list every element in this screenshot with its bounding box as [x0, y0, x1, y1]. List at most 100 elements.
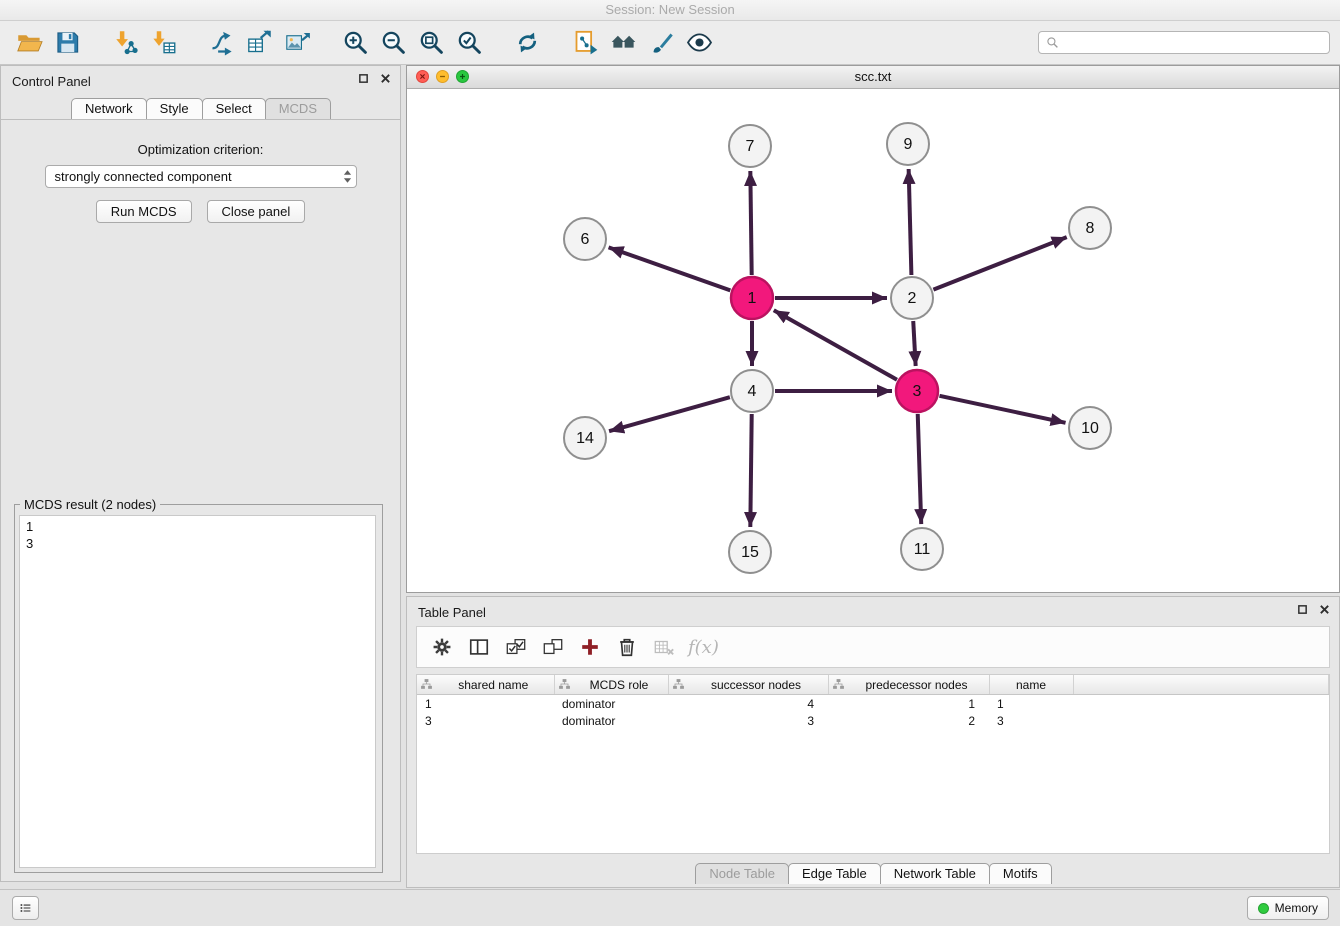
tab-node-table[interactable]: Node Table — [695, 863, 789, 884]
node-9[interactable]: 9 — [887, 123, 929, 165]
edge-2-8[interactable] — [933, 237, 1066, 289]
export-table-button[interactable] — [241, 24, 277, 62]
float-panel-icon[interactable] — [1297, 604, 1308, 615]
node-6[interactable]: 6 — [564, 218, 606, 260]
node-3[interactable]: 3 — [896, 370, 938, 412]
run-mcds-button[interactable]: Run MCDS — [96, 200, 192, 223]
style-paint-button[interactable] — [643, 24, 679, 62]
cell-mcds-role[interactable]: dominator — [554, 695, 668, 713]
network-canvas[interactable]: 1 2 3 4 6 7 8 9 10 11 14 15 — [407, 88, 1339, 593]
memory-button[interactable]: Memory — [1247, 896, 1329, 920]
edge-3-1[interactable] — [774, 310, 897, 379]
node-1[interactable]: 1 — [731, 277, 773, 319]
table-row[interactable]: 1 dominator 4 1 1 — [417, 695, 1329, 713]
export-network-icon — [208, 29, 235, 56]
node-14[interactable]: 14 — [564, 417, 606, 459]
show-columns-button[interactable] — [460, 629, 497, 665]
close-panel-icon[interactable] — [380, 73, 391, 84]
tab-motifs[interactable]: Motifs — [989, 863, 1052, 884]
network-window-titlebar[interactable]: scc.txt — [407, 66, 1339, 89]
export-image-button[interactable] — [279, 24, 315, 62]
refresh-button[interactable] — [509, 24, 545, 62]
show-hide-button[interactable] — [681, 24, 717, 62]
node-label: 8 — [1086, 220, 1095, 237]
tab-network[interactable]: Network — [71, 98, 147, 119]
node-label: 14 — [576, 430, 594, 447]
close-panel-button[interactable]: Close panel — [207, 200, 306, 223]
unselect-all-button[interactable] — [534, 629, 571, 665]
select-all-button[interactable] — [497, 629, 534, 665]
zoom-in-button[interactable] — [337, 24, 373, 62]
network-window-title: scc.txt — [855, 69, 892, 84]
node-8[interactable]: 8 — [1069, 207, 1111, 249]
tab-network-table[interactable]: Network Table — [880, 863, 990, 884]
cell-shared-name[interactable]: 3 — [417, 712, 554, 729]
node-7[interactable]: 7 — [729, 125, 771, 167]
table-row[interactable]: 3 dominator 3 2 3 — [417, 712, 1329, 729]
import-table-button[interactable] — [145, 24, 181, 62]
cell-mcds-role[interactable]: dominator — [554, 712, 668, 729]
column-header-name[interactable]: name — [989, 675, 1073, 695]
function-builder-button[interactable]: f(x) — [682, 629, 725, 665]
first-neighbors-button[interactable] — [605, 24, 641, 62]
criterion-dropdown[interactable]: strongly connected component — [45, 165, 357, 188]
node-10[interactable]: 10 — [1069, 407, 1111, 449]
column-tree-icon — [672, 678, 685, 691]
zoom-out-button[interactable] — [375, 24, 411, 62]
delete-column-button[interactable] — [645, 629, 682, 665]
zoom-selected-button[interactable] — [451, 24, 487, 62]
close-panel-icon[interactable] — [1319, 604, 1330, 615]
task-history-button[interactable] — [12, 896, 39, 920]
table-settings-button[interactable] — [423, 629, 460, 665]
search-box[interactable] — [1038, 31, 1330, 54]
list-icon — [19, 899, 32, 917]
column-header-mcds-role[interactable]: MCDS role — [554, 675, 668, 695]
edge-2-9[interactable] — [909, 169, 912, 275]
cell-name[interactable]: 3 — [989, 712, 1073, 729]
edge-4-15[interactable] — [750, 414, 751, 527]
edge-4-14[interactable] — [609, 397, 730, 431]
cell-successor-nodes[interactable]: 4 — [668, 695, 828, 713]
zoom-window-icon[interactable] — [456, 70, 469, 83]
cell-predecessor-nodes[interactable]: 2 — [828, 712, 989, 729]
main-toolbar — [0, 21, 1340, 65]
add-row-button[interactable] — [571, 629, 608, 665]
export-network-button[interactable] — [203, 24, 239, 62]
zoom-fit-button[interactable] — [413, 24, 449, 62]
column-header-shared-name[interactable]: shared name — [417, 675, 554, 695]
delete-row-button[interactable] — [608, 629, 645, 665]
search-icon — [1046, 36, 1059, 49]
column-header-successor-nodes[interactable]: successor nodes — [668, 675, 828, 695]
save-session-button[interactable] — [49, 24, 85, 62]
open-session-button[interactable] — [11, 24, 47, 62]
node-15[interactable]: 15 — [729, 531, 771, 573]
tab-select[interactable]: Select — [202, 98, 266, 119]
tab-edge-table[interactable]: Edge Table — [788, 863, 881, 884]
cell-name[interactable]: 1 — [989, 695, 1073, 713]
tab-mcds[interactable]: MCDS — [265, 98, 331, 119]
node-label: 2 — [908, 290, 917, 307]
float-panel-icon[interactable] — [358, 73, 369, 84]
node-table[interactable]: shared name MCDS role successor nodes pr… — [416, 674, 1330, 854]
close-window-icon[interactable] — [416, 70, 429, 83]
cell-predecessor-nodes[interactable]: 1 — [828, 695, 989, 713]
edge-2-3[interactable] — [913, 321, 915, 366]
node-4[interactable]: 4 — [731, 370, 773, 412]
edge-3-11[interactable] — [918, 414, 921, 524]
edge-1-6[interactable] — [609, 247, 731, 290]
optimization-criterion-label: Optimization criterion: — [1, 142, 400, 157]
cell-successor-nodes[interactable]: 3 — [668, 712, 828, 729]
cell-shared-name[interactable]: 1 — [417, 695, 554, 713]
column-header-predecessor-nodes[interactable]: predecessor nodes — [828, 675, 989, 695]
node-label: 3 — [913, 383, 922, 400]
clone-network-button[interactable] — [567, 24, 603, 62]
node-2[interactable]: 2 — [891, 277, 933, 319]
tab-style[interactable]: Style — [146, 98, 203, 119]
search-input[interactable] — [1064, 35, 1322, 51]
mcds-result-list[interactable]: 1 3 — [19, 515, 376, 868]
import-network-button[interactable] — [107, 24, 143, 62]
edge-3-10[interactable] — [939, 396, 1065, 423]
edge-1-7[interactable] — [750, 171, 751, 275]
node-11[interactable]: 11 — [901, 528, 943, 570]
minimize-window-icon[interactable] — [436, 70, 449, 83]
